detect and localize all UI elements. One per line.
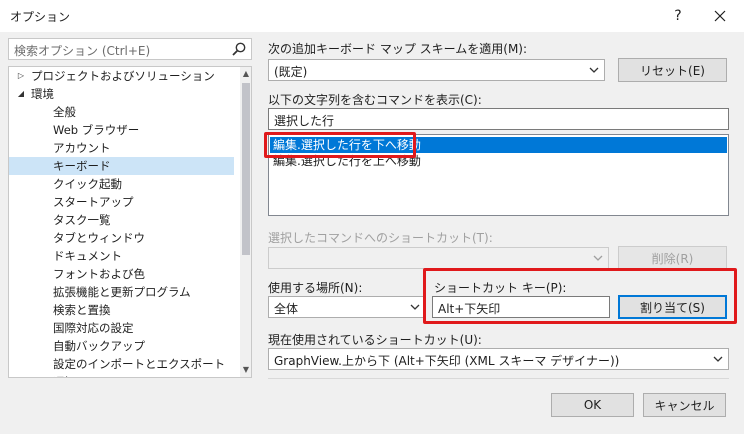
options-tree[interactable]: ▷ プロジェクトおよびソリューション ◢ 環境 全般 Web ブラウザー アカウ… — [8, 66, 252, 378]
currently-used-select[interactable]: GraphView.上から下 (Alt+下矢印 (XML スキーマ デザイナー)… — [268, 348, 729, 370]
tree-scrollbar[interactable]: ▲ ▼ — [240, 67, 251, 377]
separator — [268, 378, 729, 379]
chevron-down-icon — [589, 67, 599, 73]
tree-item-projects[interactable]: ▷ プロジェクトおよびソリューション — [9, 67, 234, 85]
chevron-down-icon — [593, 255, 603, 261]
tree-item-international[interactable]: 国際対応の設定 — [9, 319, 234, 337]
command-filter-label: 以下の文字列を含むコマンドを表示(C): — [268, 93, 482, 107]
tree-item-label: 拡張機能と更新プログラム — [53, 285, 191, 299]
tree-item-label: 設定のインポートとエクスポート — [53, 357, 226, 371]
tree-item-web-browser[interactable]: Web ブラウザー — [9, 121, 234, 139]
scroll-up-icon[interactable]: ▲ — [240, 67, 251, 81]
tree-item-label: キーボード — [53, 159, 111, 173]
tree-item-notifications[interactable]: 通知 — [9, 373, 234, 377]
tree-item-keyboard[interactable]: キーボード — [9, 157, 234, 175]
currently-used-value: GraphView.上から下 (Alt+下矢印 (XML スキーマ デザイナー)… — [274, 354, 620, 368]
scroll-thumb[interactable] — [242, 83, 250, 255]
tree-item-label: 通知 — [53, 373, 76, 377]
cancel-button[interactable]: キャンセル — [643, 393, 726, 417]
tree-item-label: タブとウィンドウ — [53, 231, 145, 245]
tree-item-label: クイック起動 — [53, 177, 122, 191]
tree-item-documents[interactable]: ドキュメント — [9, 247, 234, 265]
tree-item-quick-launch[interactable]: クイック起動 — [9, 175, 234, 193]
tree-item-general[interactable]: 全般 — [9, 103, 234, 121]
mapping-scheme-value: (既定) — [274, 65, 308, 79]
tree-item-label: 環境 — [31, 87, 54, 101]
highlight-selected-command — [264, 132, 416, 158]
tree-item-label: フォントおよび色 — [53, 267, 145, 281]
use-in-value: 全体 — [274, 302, 299, 316]
mapping-scheme-select[interactable]: (既定) — [268, 59, 605, 81]
command-filter-input[interactable]: 選択した行 — [268, 108, 729, 130]
scroll-down-icon[interactable]: ▼ — [240, 363, 251, 377]
tree-item-label: 自動バックアップ — [53, 339, 145, 353]
use-in-label: 使用する場所(N): — [268, 281, 363, 295]
tree-item-label: 検索と置換 — [53, 303, 111, 317]
search-placeholder: 検索オプション (Ctrl+E) — [14, 44, 151, 58]
tree-item-label: Web ブラウザー — [53, 123, 140, 137]
tree-item-tabs-windows[interactable]: タブとウィンドウ — [9, 229, 234, 247]
tree-item-import-export[interactable]: 設定のインポートとエクスポート — [9, 355, 234, 373]
tree-item-label: タスク一覧 — [53, 213, 111, 227]
tree-item-accounts[interactable]: アカウント — [9, 139, 234, 157]
tree-item-fonts-colors[interactable]: フォントおよび色 — [9, 265, 234, 283]
help-icon: ? — [674, 8, 682, 24]
tree-item-task-list[interactable]: タスク一覧 — [9, 211, 234, 229]
close-icon — [714, 10, 726, 22]
selected-shortcuts-label: 選択したコマンドへのショートカット(T): — [268, 231, 493, 245]
reset-button[interactable]: リセット(E) — [618, 58, 727, 82]
tree-item-startup[interactable]: スタートアップ — [9, 193, 234, 211]
tree-item-label: アカウント — [53, 141, 111, 155]
highlight-shortcut-area — [423, 268, 737, 324]
tree-item-label: スタートアップ — [53, 195, 134, 209]
tree-item-label: 全般 — [53, 105, 76, 119]
chevron-down-icon — [410, 304, 420, 310]
tree-item-extensions[interactable]: 拡張機能と更新プログラム — [9, 283, 234, 301]
tree-item-autorecover[interactable]: 自動バックアップ — [9, 337, 234, 355]
remove-button[interactable]: 削除(R) — [618, 246, 727, 270]
currently-used-label: 現在使用されているショートカット(U): — [268, 333, 482, 347]
search-icon — [232, 42, 246, 56]
close-button[interactable] — [700, 2, 740, 30]
tree-item-label: ドキュメント — [53, 249, 122, 263]
selected-shortcuts-select[interactable] — [268, 247, 609, 269]
tree-item-find-replace[interactable]: 検索と置換 — [9, 301, 234, 319]
command-filter-value: 選択した行 — [274, 114, 335, 128]
tree-item-environment[interactable]: ◢ 環境 — [9, 85, 234, 103]
chevron-down-icon — [713, 356, 723, 362]
collapse-icon[interactable]: ◢ — [16, 85, 26, 103]
help-button[interactable]: ? — [660, 2, 696, 30]
tree-item-label: 国際対応の設定 — [53, 321, 134, 335]
window-title: オプション — [10, 10, 71, 24]
search-input[interactable]: 検索オプション (Ctrl+E) — [8, 38, 252, 60]
tree-item-label: プロジェクトおよびソリューション — [31, 69, 215, 83]
title-bar — [0, 0, 744, 32]
expand-icon[interactable]: ▷ — [16, 67, 26, 85]
use-in-select[interactable]: 全体 — [268, 296, 426, 318]
ok-button[interactable]: OK — [551, 393, 634, 417]
mapping-scheme-label: 次の追加キーボード マップ スキームを適用(M): — [268, 42, 528, 56]
